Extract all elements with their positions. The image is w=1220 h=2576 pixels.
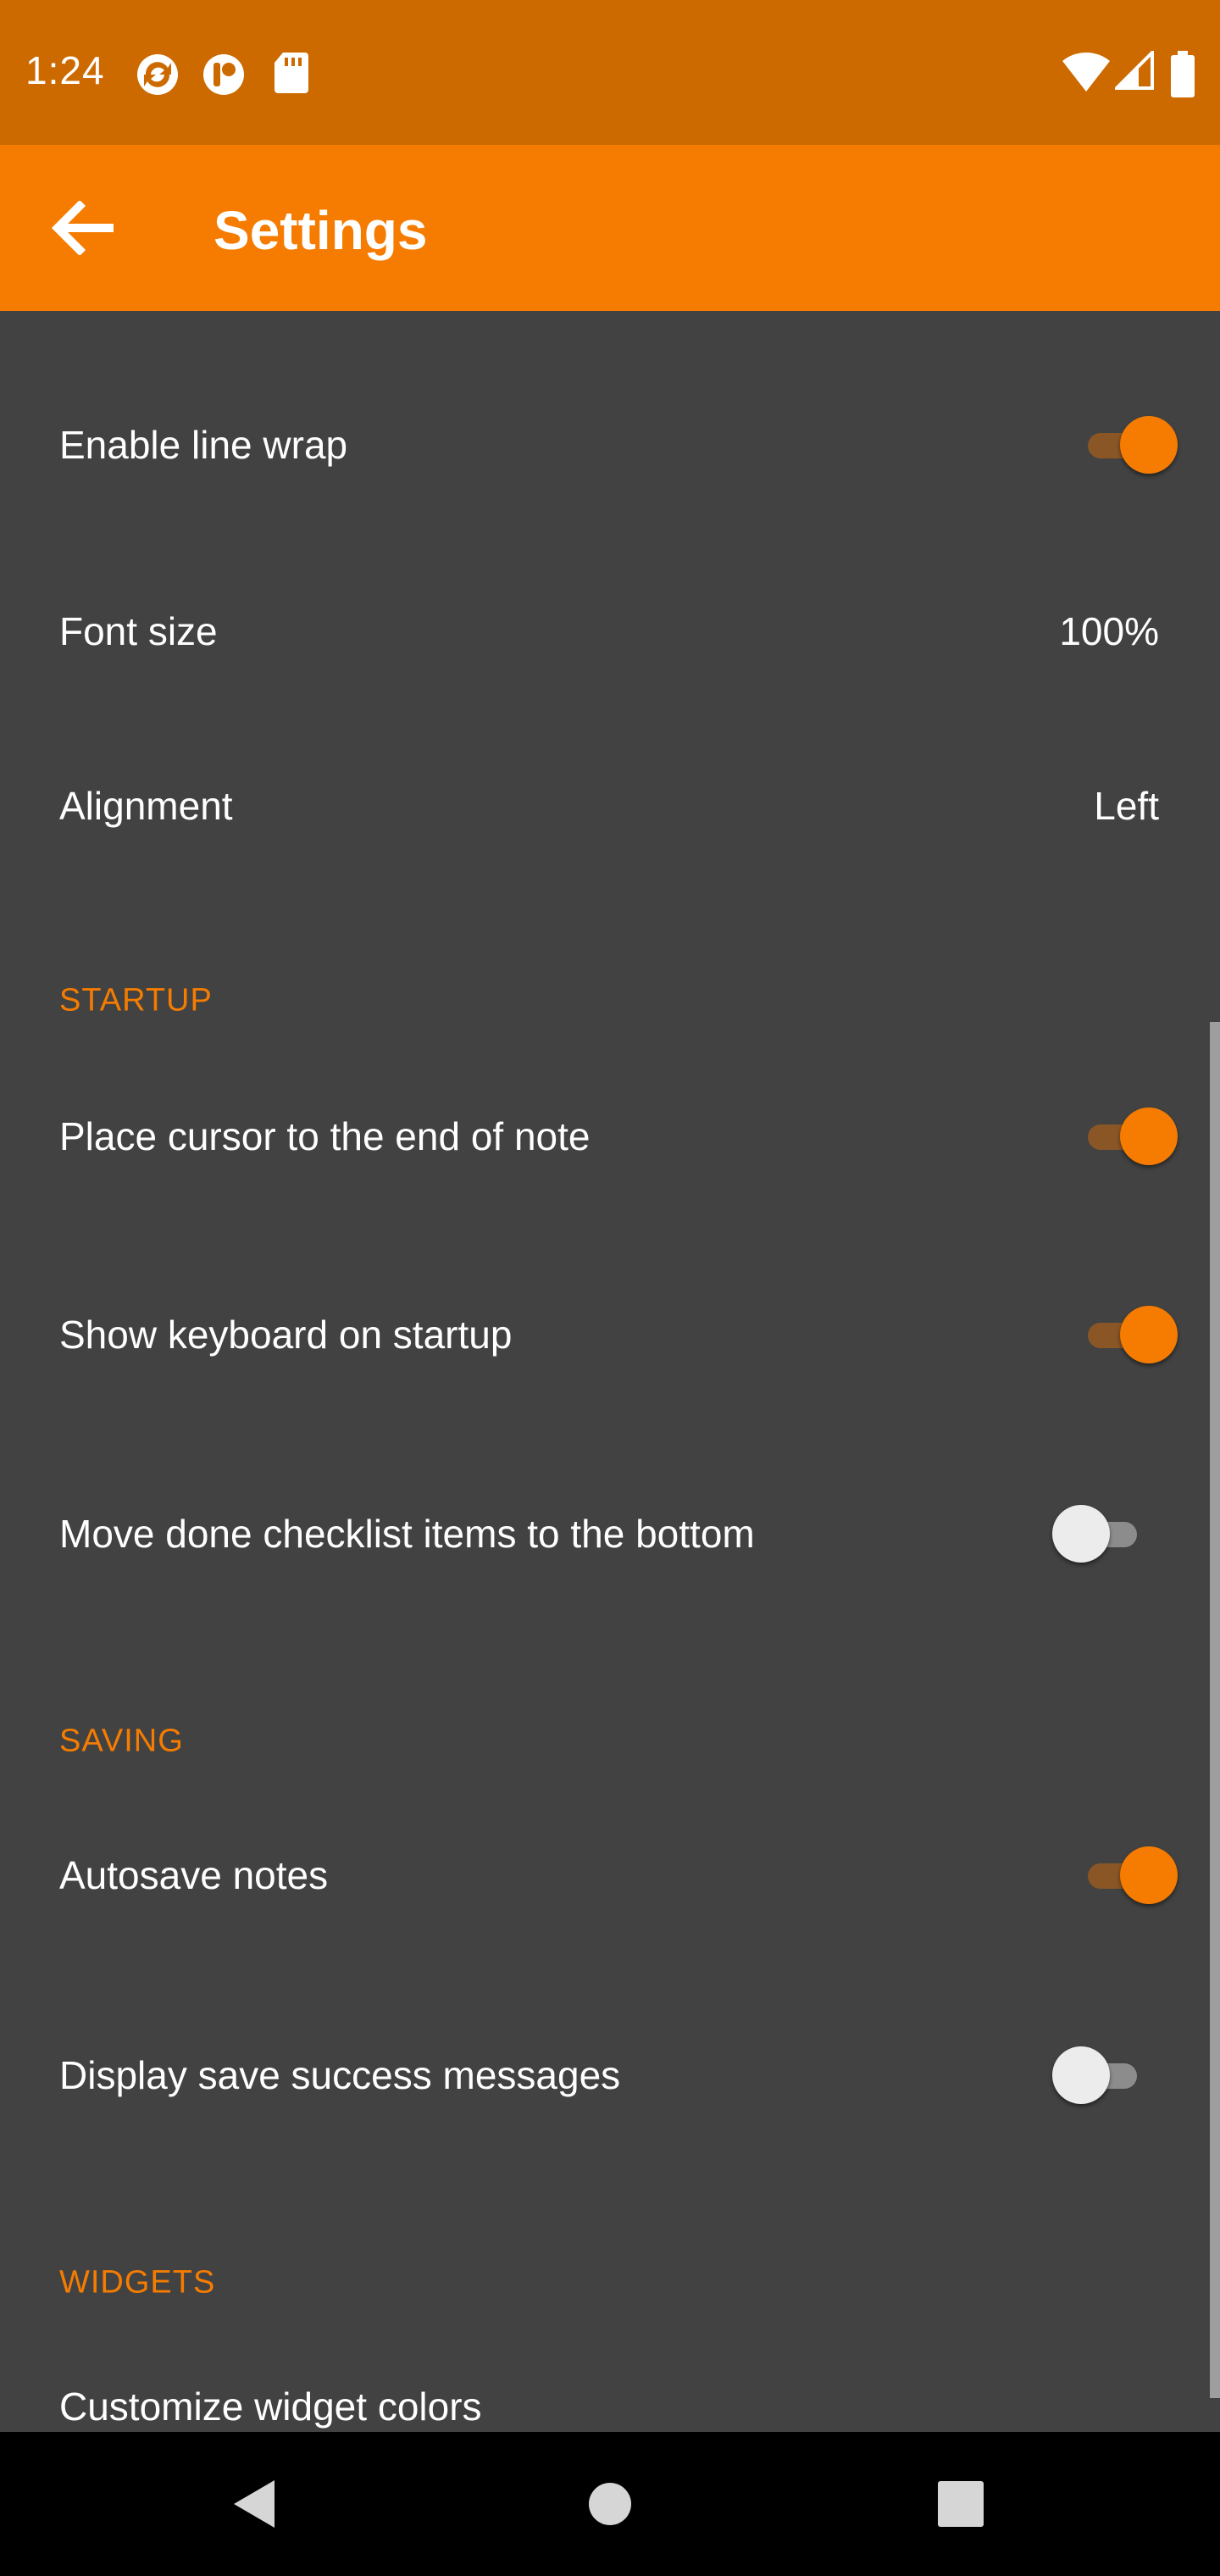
save-messages-switch[interactable] xyxy=(1047,2041,1152,2109)
app-bar: Settings xyxy=(0,145,1220,311)
scrollbar[interactable] xyxy=(1210,1022,1220,2398)
pref-save-messages[interactable]: Display save success messages xyxy=(0,1989,1220,2175)
app-notification-icon xyxy=(203,54,244,95)
switch-thumb xyxy=(1120,1108,1178,1165)
pref-value: Left xyxy=(1094,784,1159,828)
pref-label: Font size xyxy=(59,609,218,653)
pref-label: Place cursor to the end of note xyxy=(59,1114,591,1158)
pref-move-done[interactable]: Move done checklist items to the bottom xyxy=(0,1446,1220,1633)
pref-autosave[interactable]: Autosave notes xyxy=(0,1794,1220,1980)
status-time: 1:24 xyxy=(25,48,105,92)
section-header-saving: SAVING xyxy=(59,1723,184,1759)
section-header-widgets: WIDGETS xyxy=(59,2264,216,2301)
pref-label: Display save success messages xyxy=(59,2053,621,2097)
sd-card-icon xyxy=(274,53,308,93)
signal-icon xyxy=(1115,51,1154,90)
pref-font-size[interactable]: Font size 100% xyxy=(0,565,1220,735)
sync-app-icon xyxy=(137,54,178,95)
nav-back-icon[interactable] xyxy=(222,2470,290,2538)
pref-label: Show keyboard on startup xyxy=(59,1313,513,1357)
pref-line-wrap[interactable]: Enable line wrap xyxy=(0,311,1220,497)
settings-list[interactable]: Enable line wrap Font size 100% Alignmen… xyxy=(0,311,1220,2432)
pref-label: Customize widget colors xyxy=(59,2384,482,2429)
pref-label: Move done checklist items to the bottom xyxy=(59,1512,755,1556)
switch-thumb xyxy=(1052,2046,1110,2104)
pref-label: Alignment xyxy=(59,784,233,828)
pref-show-keyboard[interactable]: Show keyboard on startup xyxy=(0,1252,1220,1438)
arrow-back-icon xyxy=(51,201,114,255)
move-done-switch[interactable] xyxy=(1047,1500,1152,1568)
line-wrap-switch[interactable] xyxy=(1069,411,1178,479)
pref-value: 100% xyxy=(1059,609,1159,653)
page-title: Settings xyxy=(214,200,428,261)
battery-icon xyxy=(1171,51,1195,97)
switch-thumb xyxy=(1120,416,1178,474)
show-keyboard-switch[interactable] xyxy=(1069,1301,1178,1368)
back-button[interactable] xyxy=(42,187,124,269)
switch-thumb xyxy=(1120,1306,1178,1363)
navigation-bar xyxy=(0,2432,1220,2576)
nav-recents-icon[interactable] xyxy=(927,2470,995,2538)
pref-customize-widget-colors[interactable]: Customize widget colors xyxy=(0,2328,1220,2432)
pref-alignment[interactable]: Alignment Left xyxy=(0,743,1220,913)
pref-label: Autosave notes xyxy=(59,1853,329,1897)
cursor-end-switch[interactable] xyxy=(1069,1102,1178,1170)
switch-thumb xyxy=(1120,1846,1178,1904)
nav-home-icon[interactable] xyxy=(576,2470,644,2538)
autosave-switch[interactable] xyxy=(1069,1841,1178,1909)
status-bar: 1:24 xyxy=(0,0,1220,145)
section-header-startup: STARTUP xyxy=(59,982,213,1019)
pref-cursor-end[interactable]: Place cursor to the end of note xyxy=(0,1057,1220,1243)
pref-label: Enable line wrap xyxy=(59,423,348,467)
switch-thumb xyxy=(1052,1505,1110,1563)
wifi-icon xyxy=(1062,52,1110,92)
